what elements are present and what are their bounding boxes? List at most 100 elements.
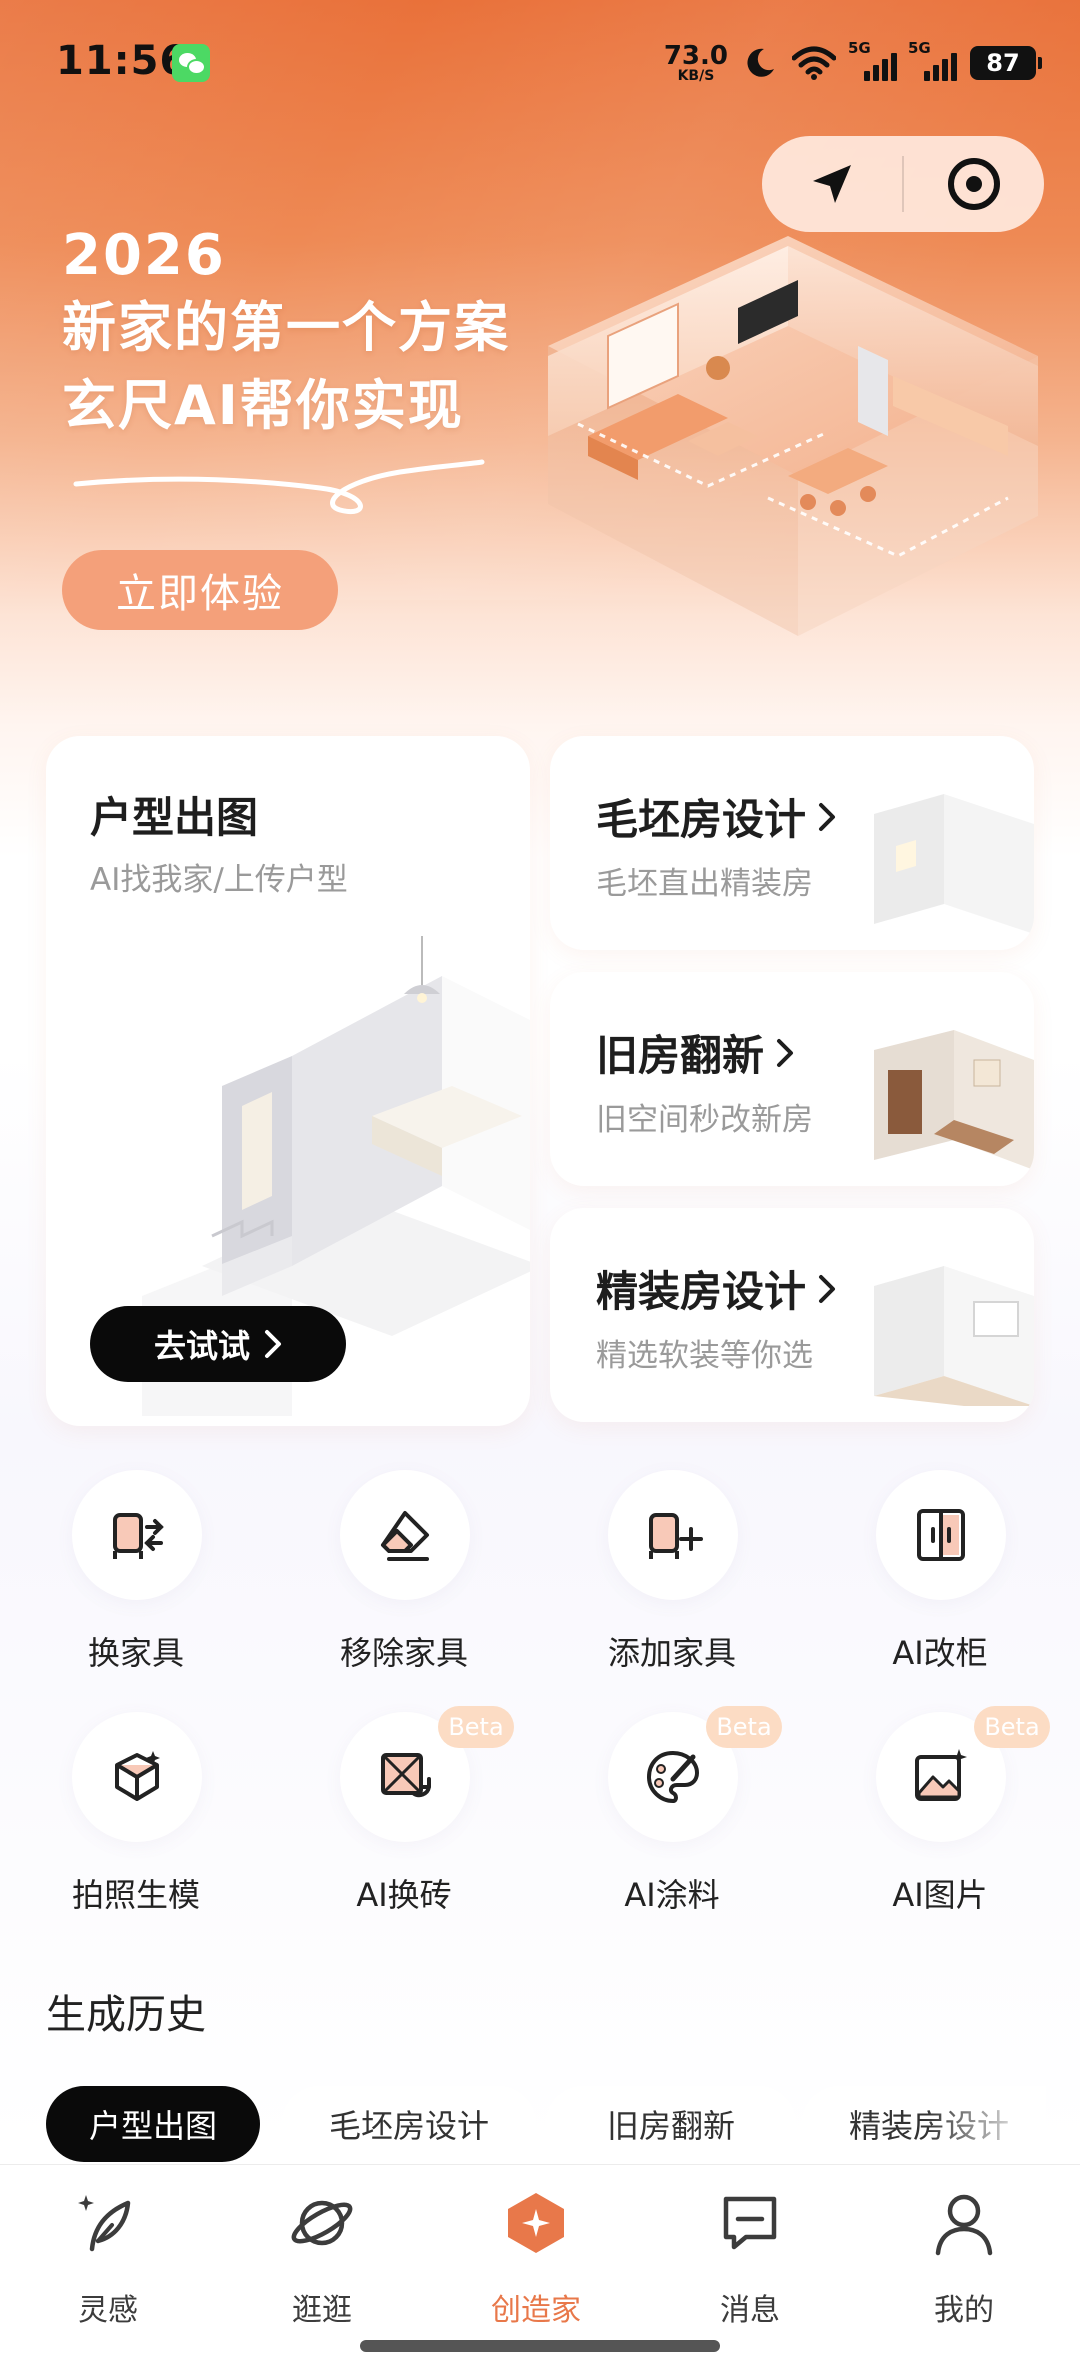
tile-swap-icon xyxy=(381,1753,431,1798)
palette-icon xyxy=(646,1750,700,1804)
card-title-row: 毛坯房设计 xyxy=(596,786,836,847)
card-subtitle: 精选软装等你选 xyxy=(596,1338,813,1374)
add-furniture-icon xyxy=(649,1513,703,1559)
eraser-icon xyxy=(381,1511,429,1561)
chevron-right-icon xyxy=(819,802,836,831)
try-it-label: 去试试 xyxy=(153,1327,250,1365)
close-miniprogram-button[interactable] xyxy=(904,136,1044,232)
cabinet-icon xyxy=(917,1509,965,1561)
swap-furniture-icon xyxy=(113,1513,164,1559)
inspiration-feather-icon xyxy=(78,2195,131,2252)
home-indicator[interactable] xyxy=(360,2340,720,2352)
nav-profile[interactable]: 我的 xyxy=(874,2189,1054,2339)
status-indicators: 73.0 KB/S 5G 5G 87 xyxy=(664,38,1042,88)
card-subtitle: AI找我家/上传户型 xyxy=(90,862,348,898)
history-tab-floorplan[interactable]: 户型出图 xyxy=(46,2086,260,2162)
floorplan-render-card[interactable]: 户型出图 AI找我家/上传户型 去试试 xyxy=(46,736,530,1426)
chevron-right-icon xyxy=(819,1274,836,1303)
tool-ai-cabinet[interactable]: AI改柜 xyxy=(840,1470,1040,1690)
tool-ai-image[interactable]: Beta AI图片 xyxy=(840,1706,1050,1932)
old-room-thumbnail xyxy=(874,1030,1034,1170)
banner-line-1: 新家的第一个方案 xyxy=(62,296,510,360)
creator-icon xyxy=(508,2193,564,2253)
try-it-button[interactable]: 去试试 xyxy=(90,1306,346,1382)
network-speed-unit: KB/S xyxy=(677,68,715,84)
chevron-right-icon xyxy=(777,1038,794,1067)
signal-5g-1: 5G xyxy=(848,39,897,81)
history-tab-renovation[interactable]: 旧房翻新 xyxy=(546,2086,796,2162)
card-title-row: 旧房翻新 xyxy=(596,1022,794,1083)
chevron-right-icon xyxy=(265,1330,281,1358)
banner-swoosh-decoration xyxy=(73,459,485,514)
target-icon xyxy=(947,158,1000,210)
tool-icon-container xyxy=(876,1470,1006,1600)
tool-label: AI涂料 xyxy=(624,1876,720,1914)
rough-house-design-card[interactable]: 毛坯房设计 毛坯直出精装房 xyxy=(550,736,1034,950)
beta-badge: Beta xyxy=(706,1706,782,1748)
tool-label: 拍照生模 xyxy=(71,1876,200,1914)
miniprogram-capsule xyxy=(762,136,1044,232)
card-title: 毛坯房设计 xyxy=(596,795,807,844)
tool-label: 移除家具 xyxy=(339,1634,468,1672)
planet-icon xyxy=(291,2200,353,2246)
banner-headline: 2026 新家的第一个方案 玄尺AI帮你实现 xyxy=(62,222,510,446)
nav-creator[interactable]: 创造家 xyxy=(446,2189,626,2339)
message-icon xyxy=(723,2196,777,2250)
tool-ai-tile[interactable]: Beta AI换砖 xyxy=(304,1706,514,1932)
banner-year: 2026 xyxy=(62,223,226,288)
ai-image-icon xyxy=(915,1749,967,1801)
tool-icon-container xyxy=(608,1470,738,1600)
tool-ai-paint[interactable]: Beta AI涂料 xyxy=(572,1706,782,1932)
tool-label: 添加家具 xyxy=(607,1634,736,1672)
nav-label: 创造家 xyxy=(491,2293,581,2328)
card-title: 旧房翻新 xyxy=(596,1031,765,1080)
beta-badge: Beta xyxy=(974,1706,1050,1748)
moon-icon xyxy=(747,48,774,77)
finished-room-thumbnail xyxy=(874,1266,1034,1406)
tool-label: 换家具 xyxy=(87,1634,184,1672)
tool-swap-furniture[interactable]: 换家具 xyxy=(36,1470,236,1690)
profile-icon xyxy=(935,2194,993,2256)
nav-label: 消息 xyxy=(720,2293,780,2328)
history-section-title: 生成历史 xyxy=(46,1992,206,2038)
wifi-icon xyxy=(792,46,836,80)
status-bar: 11:56 73.0 KB/S 5G 5G 87 xyxy=(0,0,1080,130)
network-speed: 73.0 KB/S xyxy=(664,43,728,83)
try-now-button[interactable]: 立即体验 xyxy=(62,550,338,630)
banner-line-2: 玄尺AI帮你实现 xyxy=(62,374,464,438)
history-tab-rough-house[interactable]: 毛坯房设计 xyxy=(282,2086,536,2162)
tool-photo-to-model[interactable]: 拍照生模 xyxy=(36,1712,236,1932)
location-arrow-icon xyxy=(813,165,851,203)
bare-room-thumbnail xyxy=(874,794,1034,934)
nav-label: 逛逛 xyxy=(292,2293,352,2328)
nav-explore[interactable]: 逛逛 xyxy=(232,2189,412,2339)
card-title-row: 精装房设计 xyxy=(596,1258,836,1319)
tool-icon-container xyxy=(72,1712,202,1842)
wechat-icon xyxy=(172,44,210,82)
location-button[interactable] xyxy=(762,136,902,232)
old-house-renovation-card[interactable]: 旧房翻新 旧空间秒改新房 xyxy=(550,972,1034,1186)
nav-messages[interactable]: 消息 xyxy=(660,2189,840,2339)
card-title: 精装房设计 xyxy=(596,1267,807,1316)
network-speed-value: 73.0 xyxy=(663,41,728,71)
card-subtitle: 旧空间秒改新房 xyxy=(596,1102,813,1138)
signal-5g-2: 5G xyxy=(908,39,957,81)
isometric-room-illustration xyxy=(548,236,1038,636)
tool-remove-furniture[interactable]: 移除家具 xyxy=(304,1470,504,1690)
nav-inspiration[interactable]: 灵感 xyxy=(18,2189,198,2339)
beta-badge: Beta xyxy=(438,1706,514,1748)
card-subtitle: 毛坯直出精装房 xyxy=(596,866,813,902)
finished-house-design-card[interactable]: 精装房设计 精选软装等你选 xyxy=(550,1208,1034,1422)
history-tab-bar: 户型出图 毛坯房设计 旧房翻新 精装房设计 xyxy=(46,2086,1046,2162)
status-time: 11:56 xyxy=(56,38,189,84)
nav-label: 我的 xyxy=(934,2293,994,2328)
card-title: 户型出图 xyxy=(90,793,259,842)
nav-label: 灵感 xyxy=(78,2293,138,2328)
tabs-fade-overlay xyxy=(926,2086,1046,2162)
tool-label: AI图片 xyxy=(892,1876,988,1914)
tool-icon-container xyxy=(72,1470,202,1600)
tool-icon-container xyxy=(340,1470,470,1600)
photo-to-model-icon xyxy=(115,1751,160,1801)
tool-add-furniture[interactable]: 添加家具 xyxy=(572,1470,772,1690)
tool-label: AI改柜 xyxy=(892,1634,988,1672)
